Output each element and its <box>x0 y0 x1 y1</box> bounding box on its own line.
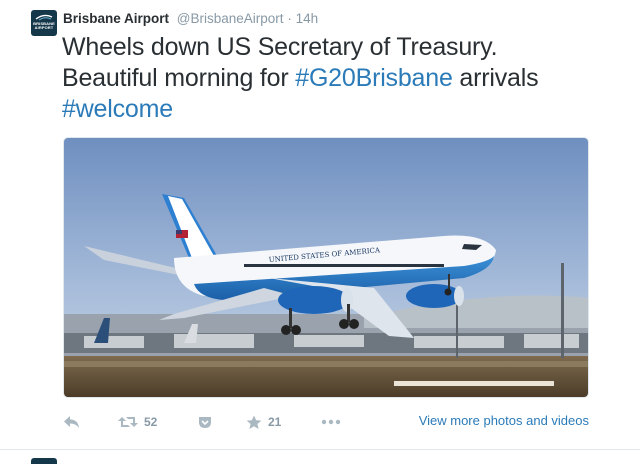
view-more-photos-link[interactable]: View more photos and videos <box>419 413 589 428</box>
tweet-text-line2: Beautiful morning for #G20Brisbane arriv… <box>62 63 622 94</box>
tweet-text-line2-prefix: Beautiful morning for <box>62 64 296 92</box>
airplane-photo: UNITED STATES OF AMERICA <box>64 138 588 397</box>
reply-icon <box>64 416 79 428</box>
tweet-text-line1: Wheels down US Secretary of Treasury. <box>62 33 498 61</box>
tweet-text-line2-suffix: arrivals <box>452 64 539 92</box>
pocket-icon <box>199 416 211 428</box>
tweet-timestamp[interactable]: 14h <box>296 11 319 26</box>
hashtag-welcome[interactable]: #welcome <box>62 95 173 123</box>
author-name[interactable]: Brisbane Airport <box>63 11 169 26</box>
star-icon <box>246 415 262 429</box>
retweet-button[interactable]: 52 <box>118 411 157 433</box>
hashtag-g20brisbane[interactable]: #G20Brisbane <box>295 64 453 92</box>
avatar[interactable]: BRISBANE AIRPORT <box>31 10 57 36</box>
tweet: BRISBANE AIRPORT Brisbane Airport @Brisb… <box>0 0 640 450</box>
avatar-text: BRISBANE AIRPORT <box>33 21 55 30</box>
retweet-count: 52 <box>144 415 158 429</box>
tweet-text: Wheels down US Secretary of Treasury. Be… <box>62 32 622 125</box>
more-options-button[interactable] <box>321 411 341 433</box>
favorite-button[interactable]: 21 <box>246 411 281 433</box>
favorite-count: 21 <box>268 415 282 429</box>
separator: · <box>287 11 292 26</box>
reply-button[interactable] <box>63 411 81 433</box>
author-handle[interactable]: @BrisbaneAirport <box>177 11 284 26</box>
ellipsis-icon <box>321 419 341 425</box>
airport-logo-icon <box>35 14 53 21</box>
retweet-icon <box>118 417 138 427</box>
tweet-photo[interactable]: UNITED STATES OF AMERICA <box>63 137 589 398</box>
next-tweet-avatar[interactable] <box>31 458 57 464</box>
pocket-save-button[interactable] <box>198 411 212 433</box>
tweet-header: Brisbane Airport @BrisbaneAirport · 14h <box>63 11 318 26</box>
tweet-actions: 52 21 View more photos and videos <box>63 411 603 433</box>
